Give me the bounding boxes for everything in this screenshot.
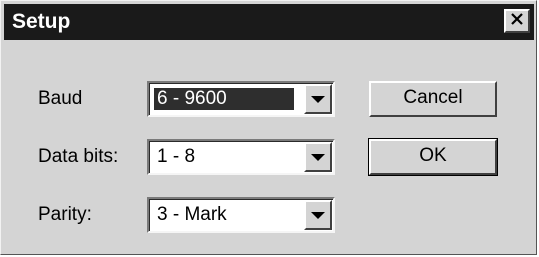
chevron-down-icon (311, 154, 325, 161)
baud-label: Baud (38, 88, 83, 109)
chevron-down-icon (311, 212, 325, 219)
baud-dropdown[interactable]: 6 - 9600 (147, 81, 335, 117)
data-bits-dropdown[interactable]: 1 - 8 (147, 139, 335, 175)
parity-dropdown-button[interactable] (304, 200, 332, 230)
chevron-down-icon (311, 96, 325, 103)
parity-dropdown[interactable]: 3 - Mark (147, 197, 335, 233)
data-bits-dropdown-button[interactable] (304, 142, 332, 172)
ok-button[interactable]: OK (368, 138, 498, 176)
close-button[interactable] (504, 9, 530, 33)
title-bar[interactable]: Setup (4, 4, 534, 40)
data-bits-label: Data bits: (38, 146, 119, 167)
cancel-button[interactable]: Cancel (369, 81, 497, 117)
close-icon (510, 12, 524, 31)
baud-dropdown-button[interactable] (304, 84, 332, 114)
dialog-title: Setup (12, 10, 71, 33)
setup-dialog: Setup Baud 6 - 9600 Data bits: 1 - 8 Par… (0, 0, 537, 255)
data-bits-value: 1 - 8 (157, 146, 196, 167)
parity-value: 3 - Mark (157, 204, 227, 225)
baud-value: 6 - 9600 (154, 88, 294, 110)
parity-label: Parity: (38, 204, 92, 225)
